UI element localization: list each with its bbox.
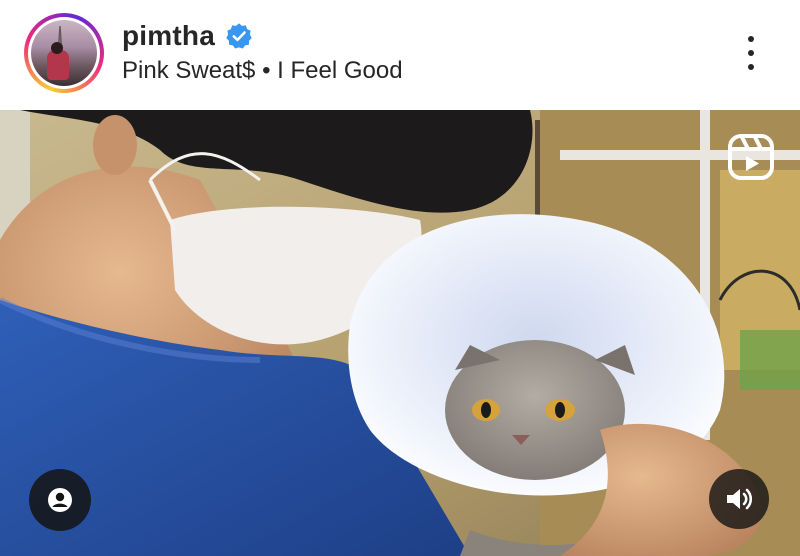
reel-video[interactable] bbox=[0, 110, 800, 556]
audio-track-link[interactable]: Pink Sweat$ • I Feel Good bbox=[122, 57, 403, 85]
reels-icon[interactable] bbox=[727, 133, 775, 181]
audio-toggle-button[interactable] bbox=[709, 469, 769, 529]
more-options-icon bbox=[748, 36, 754, 42]
user-tag-icon bbox=[48, 488, 72, 512]
avatar-person bbox=[47, 50, 69, 80]
avatar-person-head bbox=[51, 42, 63, 54]
volume-on-icon bbox=[727, 488, 753, 510]
username[interactable]: pimtha bbox=[122, 20, 215, 52]
more-options-icon bbox=[748, 64, 754, 70]
more-options-button[interactable] bbox=[738, 33, 764, 73]
avatar-frame bbox=[28, 17, 100, 89]
verified-badge-icon bbox=[226, 23, 252, 49]
username-row: pimtha bbox=[122, 20, 253, 52]
user-tag-button[interactable] bbox=[29, 469, 91, 531]
post-header: pimtha Pink Sweat$ • I Feel Good bbox=[0, 0, 800, 110]
video-frame-image bbox=[0, 110, 800, 556]
story-ring[interactable] bbox=[24, 13, 104, 93]
more-options-icon bbox=[748, 50, 754, 56]
avatar[interactable] bbox=[31, 20, 97, 86]
